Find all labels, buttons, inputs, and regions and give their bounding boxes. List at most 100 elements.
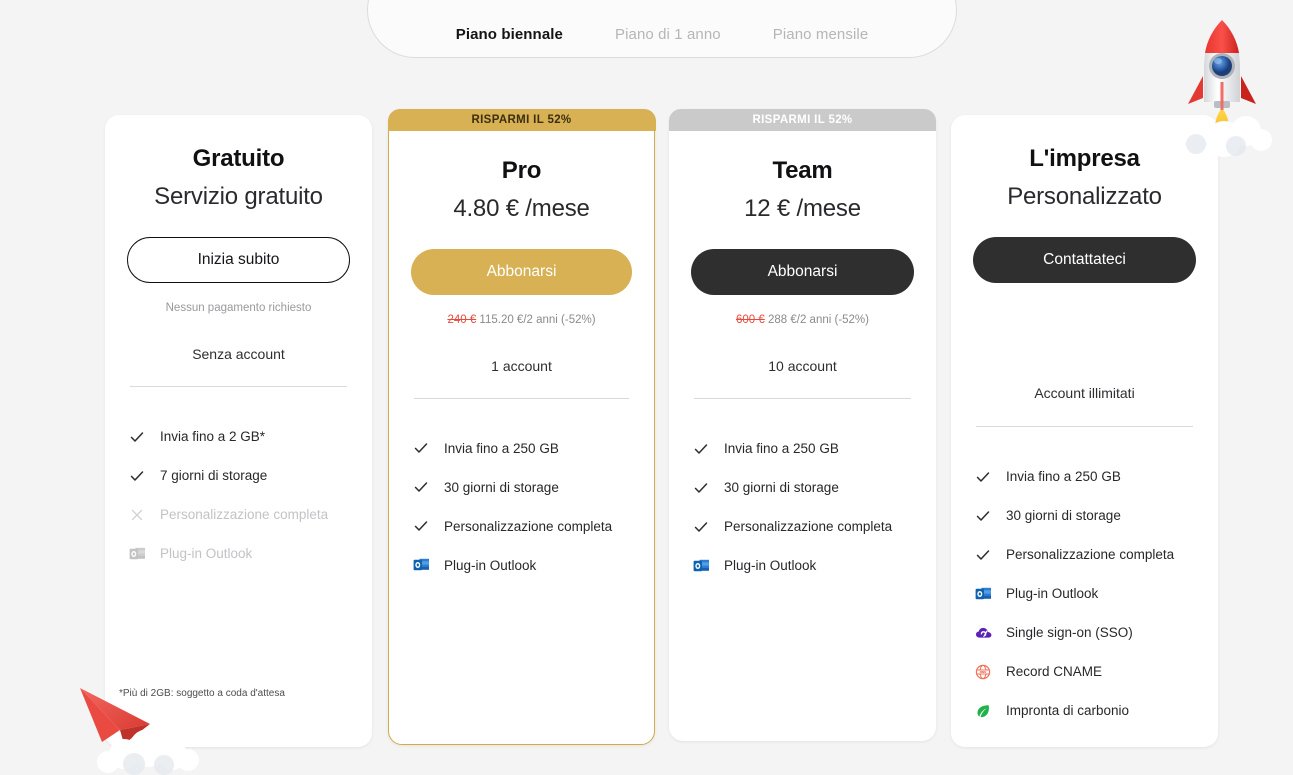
feature-item: Plug-in Outlook	[975, 574, 1194, 613]
check-icon	[129, 427, 151, 447]
check-icon	[693, 439, 715, 459]
feature-label: Plug-in Outlook	[724, 558, 817, 573]
feature-label: Invia fino a 250 GB	[724, 441, 839, 456]
pricing-card-pro: RISPARMI IL 52% Pro 4.80 € /mese Abbonarsi 2…	[387, 108, 656, 745]
new-price: 115.20 €/2 anni (-52%)	[479, 313, 596, 326]
plan-price: Personalizzato	[1007, 183, 1162, 210]
price-note: 240 € 115.20 €/2 anni (-52%)	[411, 314, 632, 328]
plan-price: 12 € /mese	[744, 195, 861, 222]
cta-button-enterprise[interactable]: Contattateci	[973, 237, 1196, 283]
feature-label: Personalizzazione completa	[1006, 547, 1175, 562]
check-icon	[975, 545, 997, 565]
feature-item: Invia fino a 250 GB	[693, 429, 912, 468]
account-count: Senza account	[192, 346, 285, 362]
outlook-icon	[129, 544, 151, 564]
savings-ribbon: RISPARMI IL 52%	[387, 108, 656, 131]
card-body: Team 12 € /mese Abbonarsi 600 € 288 €/2 ann…	[669, 157, 936, 585]
plan-name: Gratuito	[192, 145, 285, 172]
feature-label: Impronta di carbonio	[1006, 703, 1130, 718]
feature-item: Plug-in Outlook	[413, 546, 630, 585]
outlook-icon	[975, 584, 997, 604]
price-note: Nessun pagamento richiesto	[127, 302, 350, 316]
plan-price: 4.80 € /mese	[453, 194, 590, 222]
svg-text:DNS: DNS	[980, 669, 986, 673]
feature-item: Impronta di carbonio	[975, 691, 1194, 730]
price-note: 600 € 288 €/2 anni (-52%)	[691, 314, 914, 328]
cta-button-pro[interactable]: Abbonarsi	[411, 248, 632, 295]
feature-label: Plug-in Outlook	[160, 546, 253, 561]
feature-label: 30 giorni di storage	[1006, 508, 1121, 523]
feature-item: DNS Record CNAME	[975, 652, 1194, 691]
feature-label: Single sign-on (SSO)	[1006, 625, 1133, 640]
feature-label: Invia fino a 2 GB*	[160, 429, 266, 444]
feature-list: Invia fino a 250 GB 30 giorni di storage P…	[691, 429, 914, 585]
outlook-icon	[693, 556, 715, 576]
plan-price: Servizio gratuito	[154, 183, 323, 210]
feature-label: Plug-in Outlook	[1006, 586, 1099, 601]
feature-label: Personalizzazione completa	[160, 507, 329, 522]
check-icon	[693, 478, 715, 498]
plan-name: Pro	[501, 156, 542, 184]
section-divider	[976, 426, 1193, 427]
account-count: 10 account	[768, 358, 837, 374]
feature-label: Invia fino a 250 GB	[1006, 469, 1121, 484]
feature-item: Personalizzazione completa	[975, 535, 1194, 574]
feature-label: Record CNAME	[1006, 664, 1103, 679]
feature-item: Personalizzazione completa	[693, 507, 912, 546]
plan-footnote: *Più di 2GB: soggetto a coda d'attesa	[119, 688, 285, 699]
check-icon	[413, 438, 435, 458]
section-divider	[694, 398, 911, 399]
feature-label: Plug-in Outlook	[444, 557, 537, 573]
feature-item: Invia fino a 250 GB	[975, 457, 1194, 496]
price-note	[973, 302, 1196, 316]
savings-ribbon: RISPARMI IL 52%	[669, 109, 936, 131]
account-count: Account illimitati	[1034, 385, 1135, 401]
feature-item: 30 giorni di storage	[693, 468, 912, 507]
feature-label: 7 giorni di storage	[160, 468, 268, 483]
check-icon	[693, 517, 715, 537]
feature-item: 30 giorni di storage	[975, 496, 1194, 535]
plain-note: Nessun pagamento richiesto	[165, 302, 312, 314]
sso-cloud-icon	[975, 623, 997, 643]
section-divider	[414, 397, 629, 399]
pricing-card-free: Gratuito Servizio gratuito Inizia subito Ne…	[105, 115, 372, 747]
check-icon	[975, 506, 997, 526]
cross-icon	[129, 505, 151, 525]
feature-item: Personalizzazione completa	[129, 495, 348, 534]
check-icon	[129, 466, 151, 486]
leaf-icon	[975, 701, 997, 721]
card-body: Pro 4.80 € /mese Abbonarsi 240 € 115.20 €/2…	[389, 157, 654, 585]
feature-label: 30 giorni di storage	[724, 480, 839, 495]
feature-list: Invia fino a 250 GB 30 giorni di storage P…	[411, 429, 632, 585]
feature-item: 7 giorni di storage	[129, 456, 348, 495]
feature-list: Invia fino a 2 GB* 7 giorni di storage Per…	[127, 417, 350, 573]
feature-item: Invia fino a 2 GB*	[129, 417, 348, 456]
feature-item: 30 giorni di storage	[413, 468, 630, 507]
old-price: 240 €	[447, 313, 477, 326]
account-count: 1 account	[491, 357, 552, 374]
feature-label: Personalizzazione completa	[724, 519, 893, 534]
pricing-card-team: RISPARMI IL 52% Team 12 € /mese Abbonarsi 60…	[669, 109, 936, 741]
feature-item: Plug-in Outlook	[129, 534, 348, 573]
feature-item: Plug-in Outlook	[693, 546, 912, 585]
feature-item: Single sign-on (SSO)	[975, 613, 1194, 652]
feature-label: 30 giorni di storage	[444, 479, 559, 495]
feature-list: Invia fino a 250 GB 30 giorni di storage P…	[973, 457, 1196, 730]
check-icon	[975, 467, 997, 487]
cta-button-team[interactable]: Abbonarsi	[691, 249, 914, 295]
section-divider	[130, 386, 347, 387]
feature-label: Invia fino a 250 GB	[444, 440, 559, 456]
check-icon	[413, 477, 435, 497]
plan-name: Team	[772, 157, 833, 184]
feature-item: Invia fino a 250 GB	[413, 429, 630, 468]
feature-label: Personalizzazione completa	[444, 518, 613, 534]
outlook-icon	[413, 555, 435, 575]
old-price: 600 €	[736, 314, 765, 326]
cta-button-free[interactable]: Inizia subito	[127, 237, 350, 283]
card-body: Gratuito Servizio gratuito Inizia subito Ne…	[105, 145, 372, 573]
feature-item: Personalizzazione completa	[413, 507, 630, 546]
plan-name: L'impresa	[1029, 145, 1140, 172]
dns-globe-icon: DNS	[975, 662, 997, 682]
check-icon	[413, 516, 435, 536]
new-price: 288 €/2 anni (-52%)	[767, 314, 869, 326]
